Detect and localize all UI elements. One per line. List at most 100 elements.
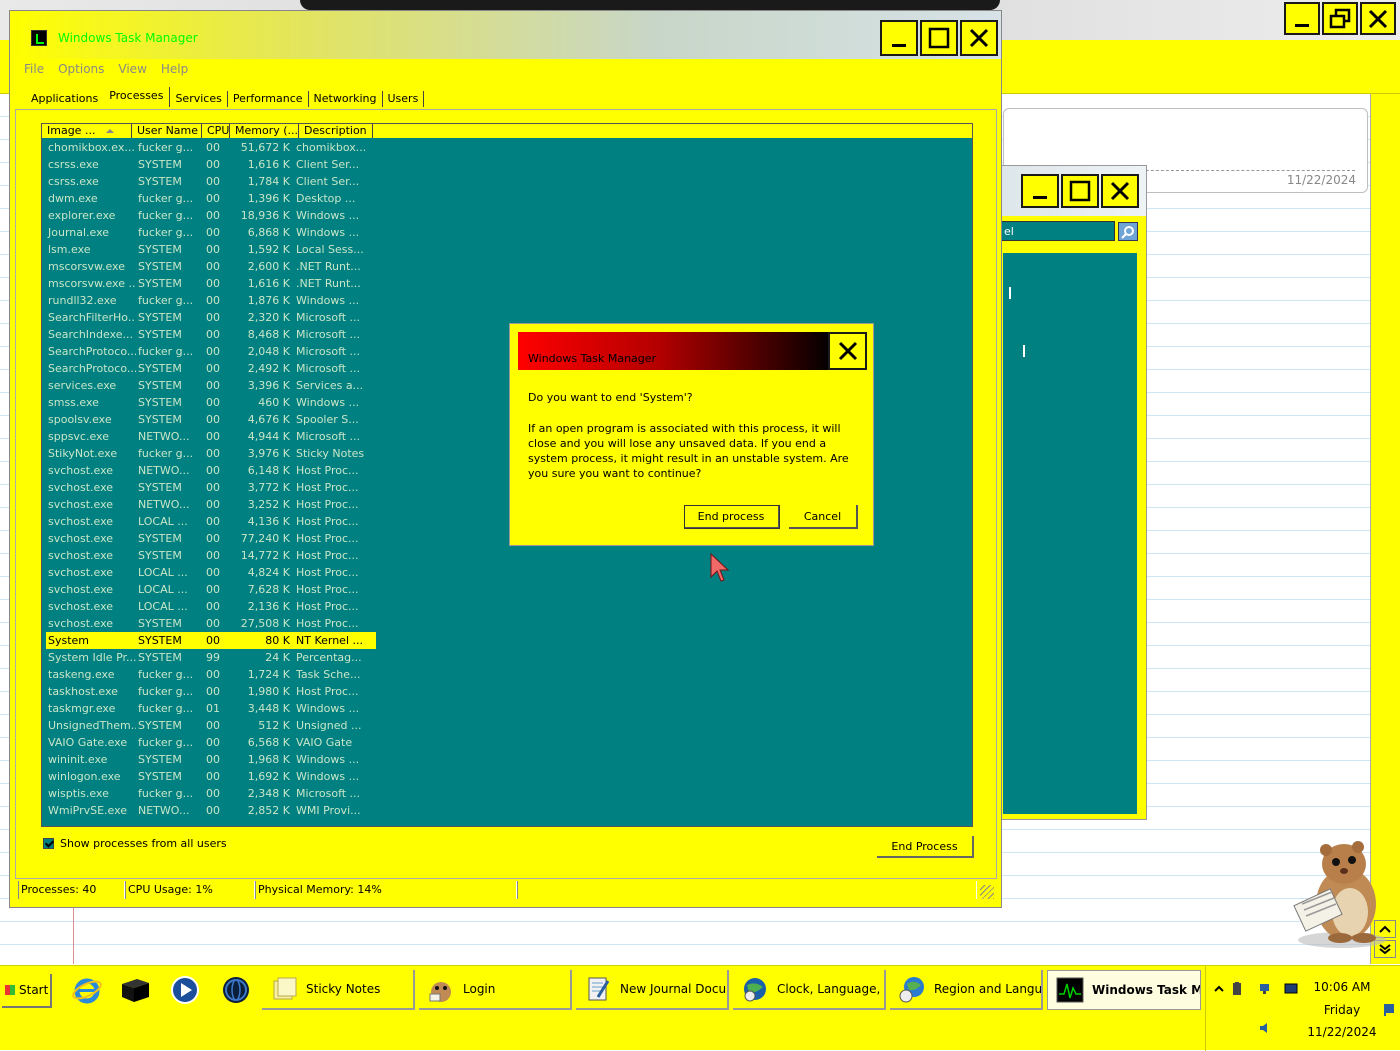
end-process-button[interactable]: End Process [877,836,974,858]
table-row[interactable]: sppsvc.exe NETWO... 00 4,944 K Microsoft ... [46,428,376,445]
clock-day[interactable]: Friday [1302,1003,1382,1017]
journal-minimize-button[interactable] [1284,2,1320,35]
table-row[interactable]: Journal.exe fucker g... 00 6,868 K Windows .… [46,224,376,241]
table-row[interactable]: WmiPrvSE.exe NETWO... 00 2,852 K WMI Provi..… [46,802,376,819]
table-row[interactable]: dwm.exe fucker g... 00 1,396 K Desktop ... [46,190,376,207]
internet-explorer-icon[interactable] [71,974,103,1006]
display-icon[interactable] [1284,982,1298,996]
table-row[interactable]: SearchProtoco... SYSTEM 00 2,492 K Microsoft… [46,360,376,377]
table-row[interactable]: lsm.exe SYSTEM 00 1,592 K Local Sess... [46,241,376,258]
tab-processes[interactable]: Processes [103,87,171,107]
black-box-app-icon[interactable] [119,974,151,1006]
control-panel-search-input[interactable]: el [1001,221,1115,241]
cell-cpu: 00 [206,243,220,256]
table-row[interactable]: svchost.exe LOCAL ... 00 2,136 K Host Proc..… [46,598,376,615]
table-row[interactable]: StikyNot.exe fucker g... 00 3,976 K Sticky N… [46,445,376,462]
table-row[interactable]: winlogon.exe SYSTEM 00 1,692 K Windows ... [46,768,376,785]
volume-icon[interactable] [1258,1021,1272,1035]
show-hidden-icons-icon[interactable] [1212,983,1226,997]
column-user-name[interactable]: User Name [132,124,202,138]
table-row[interactable]: explorer.exe fucker g... 00 18,936 K Windows… [46,207,376,224]
table-row[interactable]: smss.exe SYSTEM 00 460 K Windows ... [46,394,376,411]
journal-close-button[interactable] [1360,2,1396,35]
table-row[interactable]: svchost.exe LOCAL ... 00 7,628 K Host Proc..… [46,581,376,598]
taskbar-login[interactable]: Login [419,970,572,1010]
table-row[interactable]: svchost.exe SYSTEM 00 27,508 K Host Proc... [46,615,376,632]
table-row[interactable]: UnsignedThem... SYSTEM 00 512 K Unsigned ... [46,717,376,734]
confirm-end-process-button[interactable]: End process [684,505,780,529]
table-row[interactable]: SearchIndexe... SYSTEM 00 8,468 K Microsoft … [46,326,376,343]
table-row[interactable]: svchost.exe NETWO... 00 3,252 K Host Proc... [46,496,376,513]
table-row[interactable]: SearchFilterHo... SYSTEM 00 2,320 K Microsof… [46,309,376,326]
table-row-selected[interactable]: System SYSTEM 00 80 K NT Kernel ... [46,632,376,649]
table-row[interactable]: services.exe SYSTEM 00 3,396 K Services a... [46,377,376,394]
table-row[interactable]: mscorsvw.exe SYSTEM 00 2,600 K .NET Runt... [46,258,376,275]
maximize-button[interactable] [920,20,958,56]
cell-user-name: SYSTEM [138,413,182,426]
cancel-button[interactable]: Cancel [789,505,858,529]
taskbar-sticky-notes[interactable]: Sticky Notes [262,970,415,1010]
table-row[interactable]: chomikbox.ex... fucker g... 00 51,672 K chom… [46,139,376,156]
table-row[interactable]: svchost.exe SYSTEM 00 3,772 K Host Proc... [46,479,376,496]
table-row[interactable]: SearchProtoco... fucker g... 00 2,048 K Micr… [46,343,376,360]
tab-users[interactable]: Users [383,91,425,107]
resize-grip-icon[interactable] [980,885,994,899]
table-row[interactable]: System Idle Pr... SYSTEM 99 24 K Percentag..… [46,649,376,666]
table-row[interactable]: csrss.exe SYSTEM 00 1,784 K Client Ser... [46,173,376,190]
menu-file[interactable]: File [24,62,44,76]
column-memory[interactable]: Memory (... [230,124,299,138]
search-button[interactable] [1118,222,1138,241]
table-row[interactable]: wininit.exe SYSTEM 00 1,968 K Windows ... [46,751,376,768]
journal-restore-button[interactable] [1322,2,1358,35]
control-panel-close-button[interactable] [1101,174,1139,208]
dialog-titlebar[interactable]: Windows Task Manager [518,332,832,370]
column-description[interactable]: Description [299,124,373,138]
menu-options[interactable]: Options [58,62,104,76]
table-row[interactable]: csrss.exe SYSTEM 00 1,616 K Client Ser... [46,156,376,173]
taskbar-clock-language[interactable]: Clock, Language, a... [733,970,886,1010]
journal-scrollbar[interactable] [1370,94,1400,964]
task-manager-titlebar[interactable]: Windows Task Manager [10,11,1001,59]
table-row[interactable]: svchost.exe SYSTEM 00 14,772 K Host Proc... [46,547,376,564]
taskbar-task-manager[interactable]: Windows Task Ma... [1047,970,1201,1010]
table-row[interactable]: svchost.exe SYSTEM 00 77,240 K Host Proc... [46,530,376,547]
table-row[interactable]: spoolsv.exe SYSTEM 00 4,676 K Spooler S... [46,411,376,428]
network-icon[interactable] [1258,982,1272,996]
close-button[interactable] [960,20,998,56]
menu-help[interactable]: Help [161,62,188,76]
media-player-icon[interactable] [169,974,201,1006]
table-row[interactable]: wisptis.exe fucker g... 00 2,348 K Microsoft… [46,785,376,802]
tab-performance[interactable]: Performance [228,91,309,107]
start-button[interactable]: Start [2,974,52,1008]
control-panel-maximize-button[interactable] [1061,174,1099,208]
cell-user-name: SYSTEM [138,328,182,341]
menu-view[interactable]: View [118,62,146,76]
tab-applications[interactable]: Applications [26,91,103,107]
table-row[interactable]: svchost.exe NETWO... 00 6,148 K Host Proc... [46,462,376,479]
show-all-users-checkbox[interactable]: Show processes from all users [43,837,227,850]
table-row[interactable]: taskeng.exe fucker g... 00 1,724 K Task Sche… [46,666,376,683]
cell-user-name: fucker g... [138,294,194,307]
taskbar-journal[interactable]: New Journal Docu... [576,970,729,1010]
tab-services[interactable]: Services [170,91,228,107]
checkbox-checked[interactable] [43,838,54,849]
column-cpu[interactable]: CPU [202,124,230,138]
globe-app-icon[interactable] [220,974,252,1006]
table-row[interactable]: svchost.exe LOCAL ... 00 4,824 K Host Proc..… [46,564,376,581]
table-row[interactable]: VAIO Gate.exe fucker g... 00 6,568 K VAIO Ga… [46,734,376,751]
control-panel-minimize-button[interactable] [1021,174,1059,208]
clock-date[interactable]: 11/22/2024 [1302,1025,1382,1039]
table-row[interactable]: taskmgr.exe fucker g... 01 3,448 K Windows .… [46,700,376,717]
dialog-close-button[interactable] [828,332,867,370]
clock-time[interactable]: 10:06 AM [1302,980,1382,994]
minimize-button[interactable] [880,20,918,56]
table-row[interactable]: svchost.exe LOCAL ... 00 4,136 K Host Proc..… [46,513,376,530]
action-center-flag-icon[interactable] [1382,1002,1396,1016]
tab-networking[interactable]: Networking [309,91,383,107]
taskbar-region-language[interactable]: Region and Langua... [890,970,1043,1010]
column-image-name[interactable]: Image ... [42,124,132,138]
table-row[interactable]: taskhost.exe fucker g... 00 1,980 K Host Pro… [46,683,376,700]
table-row[interactable]: mscorsvw.exe ... SYSTEM 00 1,616 K .NET Runt… [46,275,376,292]
table-row[interactable]: rundll32.exe fucker g... 00 1,876 K Windows … [46,292,376,309]
battery-icon[interactable] [1230,982,1244,996]
